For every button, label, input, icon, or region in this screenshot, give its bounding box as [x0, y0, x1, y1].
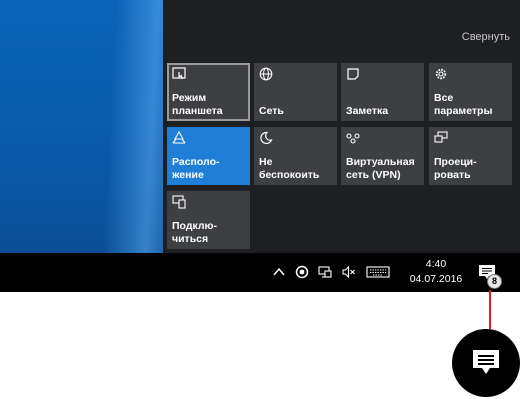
tile-vpn[interactable]: Виртуальная сеть (VPN) [341, 127, 424, 185]
tile-do-not-disturb[interactable]: Не беспокоить [254, 127, 337, 185]
location-icon [172, 131, 186, 145]
callout-pointer-line [489, 290, 491, 329]
volume-mute-icon[interactable] [342, 265, 356, 279]
globe-network-icon [259, 67, 273, 81]
desktop: Свернуть Режим планшета Сеть Заметка Все… [0, 0, 520, 253]
tile-tablet-mode[interactable]: Режим планшета [167, 63, 250, 121]
tile-label: Заметка [346, 104, 389, 117]
tile-location[interactable]: Располо- жение [167, 127, 250, 185]
record-icon[interactable] [295, 265, 309, 279]
action-center-callout [452, 329, 520, 397]
network-icon[interactable] [318, 265, 332, 279]
gear-icon [434, 67, 448, 81]
tile-label: Не беспокоить [259, 156, 320, 181]
tile-label: Виртуальная сеть (VPN) [346, 156, 415, 181]
action-center-panel: Свернуть Режим планшета Сеть Заметка Все… [163, 0, 520, 253]
tile-label: Располо- жение [172, 156, 220, 181]
tile-label: Подклю- читься [172, 220, 218, 245]
project-icon [434, 131, 448, 145]
clock-date: 04.07.2016 [409, 273, 463, 285]
connect-icon [172, 195, 186, 209]
keyboard-icon[interactable] [366, 265, 390, 279]
desktop-wallpaper [0, 0, 163, 253]
taskbar: 4:40 04.07.2016 [0, 253, 520, 292]
notification-count-badge: 8 [487, 274, 502, 289]
tablet-mode-icon [172, 67, 186, 81]
chevron-up-icon[interactable] [272, 265, 286, 279]
note-icon [346, 67, 360, 81]
tile-label: Все параметры [434, 92, 493, 117]
tile-label: Режим планшета [172, 92, 223, 117]
tile-note[interactable]: Заметка [341, 63, 424, 121]
tile-project[interactable]: Проеци- ровать [429, 127, 512, 185]
collapse-button[interactable]: Свернуть [462, 31, 510, 43]
clock-time: 4:40 [425, 258, 447, 270]
taskbar-clock[interactable]: 4:40 04.07.2016 [400, 257, 472, 287]
moon-icon [259, 131, 273, 145]
tile-label: Сеть [259, 104, 284, 117]
action-center-icon [473, 350, 499, 374]
tile-label: Проеци- ровать [434, 156, 477, 181]
tile-network[interactable]: Сеть [254, 63, 337, 121]
tile-connect[interactable]: Подклю- читься [167, 191, 250, 249]
tile-all-settings[interactable]: Все параметры [429, 63, 512, 121]
vpn-icon [346, 131, 360, 145]
